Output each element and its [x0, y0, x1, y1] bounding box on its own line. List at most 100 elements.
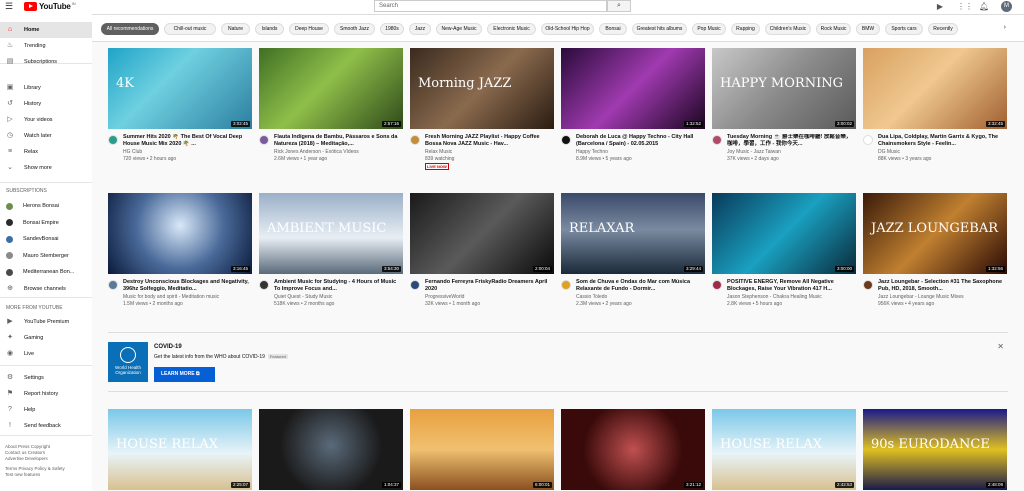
video-thumbnail[interactable]: RELAXAR 3:29:44 [561, 193, 705, 274]
channel-avatar[interactable] [410, 135, 420, 145]
category-chip[interactable]: New-Age Music [436, 23, 482, 35]
search-input[interactable]: Search [374, 0, 607, 12]
video-card[interactable]: HAPPY MORNING 3:00:02 Tuesday Morning ☕ 爵士… [712, 48, 856, 162]
video-thumbnail[interactable]: 4K 3:02:45 [108, 48, 252, 129]
video-thumbnail[interactable]: AMBIENT MUSIC 3:54:30 [259, 193, 403, 274]
video-thumbnail[interactable]: JAZZ LOUNGEBAR 1:32:56 [863, 193, 1007, 274]
video-card[interactable]: 3:32:45 Dua Lipa, Coldplay, Martin Garrix… [863, 48, 1007, 162]
channel-avatar[interactable] [863, 280, 873, 290]
video-thumbnail[interactable]: 3:00:00 [712, 193, 856, 274]
apps-grid-icon[interactable]: ⋮⋮ [957, 2, 973, 12]
video-card[interactable]: 90s EURODANCE 2:48:09 [863, 409, 1007, 490]
video-thumbnail[interactable]: 6:00:01 [410, 409, 554, 490]
sidebar-item[interactable]: ▶ YouTube Premium [0, 314, 92, 330]
video-title[interactable]: Summer Hits 2020 🌴 The Best Of Vocal Dee… [123, 134, 251, 148]
sidebar-item[interactable]: ≡ Relax [0, 144, 92, 160]
video-title[interactable]: Tuesday Morning ☕ 爵士樂在咖啡廳! 放鬆音樂，咖啡，學習，工作… [727, 134, 855, 148]
category-chip[interactable]: Smooth Jazz [334, 23, 375, 35]
video-card[interactable]: HOUSE RELAX 2:25:07 [108, 409, 252, 490]
video-thumbnail[interactable]: 2:00:04 [410, 193, 554, 274]
video-card[interactable]: 1:32:52 Deborah de Luca @ Happy Techno - … [561, 48, 705, 162]
sidebar-item[interactable]: ✦ Gaming [0, 330, 92, 346]
channel-name[interactable]: ProgressiveWorld [425, 294, 464, 300]
account-avatar[interactable]: M [1001, 1, 1012, 12]
video-title[interactable]: Ambient Music for Studying - 4 Hours of … [274, 279, 402, 293]
category-chip[interactable]: All recommendations [101, 23, 159, 35]
category-chip[interactable]: Jazz [409, 23, 431, 35]
sidebar-item[interactable]: ▷ Your videos [0, 112, 92, 128]
sidebar-item[interactable]: ▣ Library [0, 80, 92, 96]
channel-avatar[interactable] [561, 280, 571, 290]
video-thumbnail[interactable]: HOUSE RELAX 2:25:07 [108, 409, 252, 490]
video-title[interactable]: Som de Chuva e Ondas do Mar com Música R… [576, 279, 704, 293]
channel-avatar[interactable] [410, 280, 420, 290]
sidebar-item[interactable]: ! Send feedback [0, 418, 92, 434]
sidebar-item[interactable]: ◉ Live [0, 346, 92, 362]
video-card[interactable]: Morning JAZZ Fresh Morning JAZZ Playlist … [410, 48, 554, 170]
video-thumbnail[interactable]: 3:21:12 [561, 409, 705, 490]
category-chip[interactable]: Recently [928, 23, 958, 35]
video-card[interactable]: 6:00:01 [410, 409, 554, 490]
channel-name[interactable]: Jason Stephenson - Chakra Healing Music [727, 294, 822, 300]
who-logo[interactable]: World Health Organization [108, 342, 148, 382]
video-card[interactable]: 3:16:45 Destroy Unconscious Blockages and… [108, 193, 252, 307]
channel-avatar[interactable] [863, 135, 873, 145]
category-chip[interactable]: Pop Music [692, 23, 726, 35]
video-title[interactable]: Dua Lipa, Coldplay, Martin Garrix & Kygo… [878, 134, 1006, 148]
video-title[interactable]: Fernando Ferreyra FriskyRadio Dreamers A… [425, 279, 553, 293]
channel-name[interactable]: Quiet Quest - Study Music [274, 294, 332, 300]
search-icon[interactable]: ⌕ [607, 0, 631, 12]
category-chip[interactable]: Electronic Music [487, 23, 536, 35]
category-chip[interactable]: Islands [255, 23, 284, 35]
video-title[interactable]: POSITIVE ENERGY, Remove All Negative Blo… [727, 279, 855, 293]
category-chip[interactable]: Children's Music [765, 23, 811, 35]
sidebar-item[interactable]: ▤ Subscriptions [0, 54, 92, 70]
video-card[interactable]: 2:57:16 Flauta Indígena de Bambu, Pássaro… [259, 48, 403, 162]
channel-name[interactable]: Happy Techno [576, 149, 608, 155]
video-card[interactable]: 4K 3:02:45 Summer Hits 2020 🌴 The Best Of … [108, 48, 252, 162]
learn-more-button[interactable]: LEARN MORE ⧉ [154, 367, 215, 382]
notifications-bell-icon[interactable]: 🔔︎ [979, 2, 989, 12]
sidebar-item[interactable]: SandevBonsai [0, 231, 92, 247]
video-title[interactable]: Fresh Morning JAZZ Playlist - Happy Coff… [425, 134, 553, 148]
sidebar-item[interactable]: Bonsai Empire [0, 215, 92, 231]
category-chip[interactable]: Nature [221, 23, 250, 35]
channel-avatar[interactable] [712, 280, 722, 290]
sidebar-item[interactable]: Herons Bonsai [0, 198, 92, 214]
video-card[interactable]: 2:00:04 Fernando Ferreyra FriskyRadio Dre… [410, 193, 554, 307]
channel-name[interactable]: DG Music [878, 149, 900, 155]
sidebar-item[interactable]: ⚑ Report history [0, 386, 92, 402]
video-card[interactable]: JAZZ LOUNGEBAR 1:32:56 Jazz Loungebar - Se… [863, 193, 1007, 307]
channel-avatar[interactable] [259, 135, 269, 145]
channel-name[interactable]: Cassio Toledo [576, 294, 607, 300]
category-chip[interactable]: Deep House [289, 23, 329, 35]
video-title[interactable]: Destroy Unconscious Blockages and Negati… [123, 279, 251, 293]
category-chip[interactable]: Bonsai [599, 23, 627, 35]
video-card[interactable]: 1:04:37 [259, 409, 403, 490]
category-chip[interactable]: Rock Music [816, 23, 851, 35]
video-thumbnail[interactable]: HAPPY MORNING 3:00:02 [712, 48, 856, 129]
channel-avatar[interactable] [561, 135, 571, 145]
video-thumbnail[interactable]: 1:32:52 [561, 48, 705, 129]
channel-name[interactable]: HG Club [123, 149, 142, 155]
video-thumbnail[interactable]: 3:32:45 [863, 48, 1007, 129]
create-video-icon[interactable]: ▶ [935, 2, 945, 12]
video-thumbnail[interactable]: HOUSE RELAX 2:42:53 [712, 409, 856, 490]
video-card[interactable]: 3:00:00 POSITIVE ENERGY, Remove All Negat… [712, 193, 856, 307]
video-thumbnail[interactable]: 90s EURODANCE 2:48:09 [863, 409, 1007, 490]
channel-avatar[interactable] [108, 280, 118, 290]
sidebar-item[interactable]: ♨ Trending [0, 38, 92, 54]
video-thumbnail[interactable]: 3:16:45 [108, 193, 252, 274]
channel-name[interactable]: Joy Music - Jazz Taiwan [727, 149, 781, 155]
sidebar-item[interactable]: ⌂ Home [0, 22, 92, 38]
sidebar-item[interactable]: ⚙ Settings [0, 370, 92, 386]
category-chip[interactable]: Sports cars [885, 23, 923, 35]
sidebar-item[interactable]: ↺ History [0, 96, 92, 112]
sidebar-item[interactable]: ◷ Watch later [0, 128, 92, 144]
category-chip[interactable]: 1980s [380, 23, 404, 35]
category-chip[interactable]: Greatest hits albums [632, 23, 687, 35]
close-icon[interactable]: ✕ [997, 342, 1004, 351]
video-title[interactable]: Jazz Loungebar - Selection #31 The Saxop… [878, 279, 1006, 293]
category-chip[interactable]: BMW [856, 23, 880, 35]
channel-name[interactable]: Music for body and spirit - Meditation m… [123, 294, 219, 300]
